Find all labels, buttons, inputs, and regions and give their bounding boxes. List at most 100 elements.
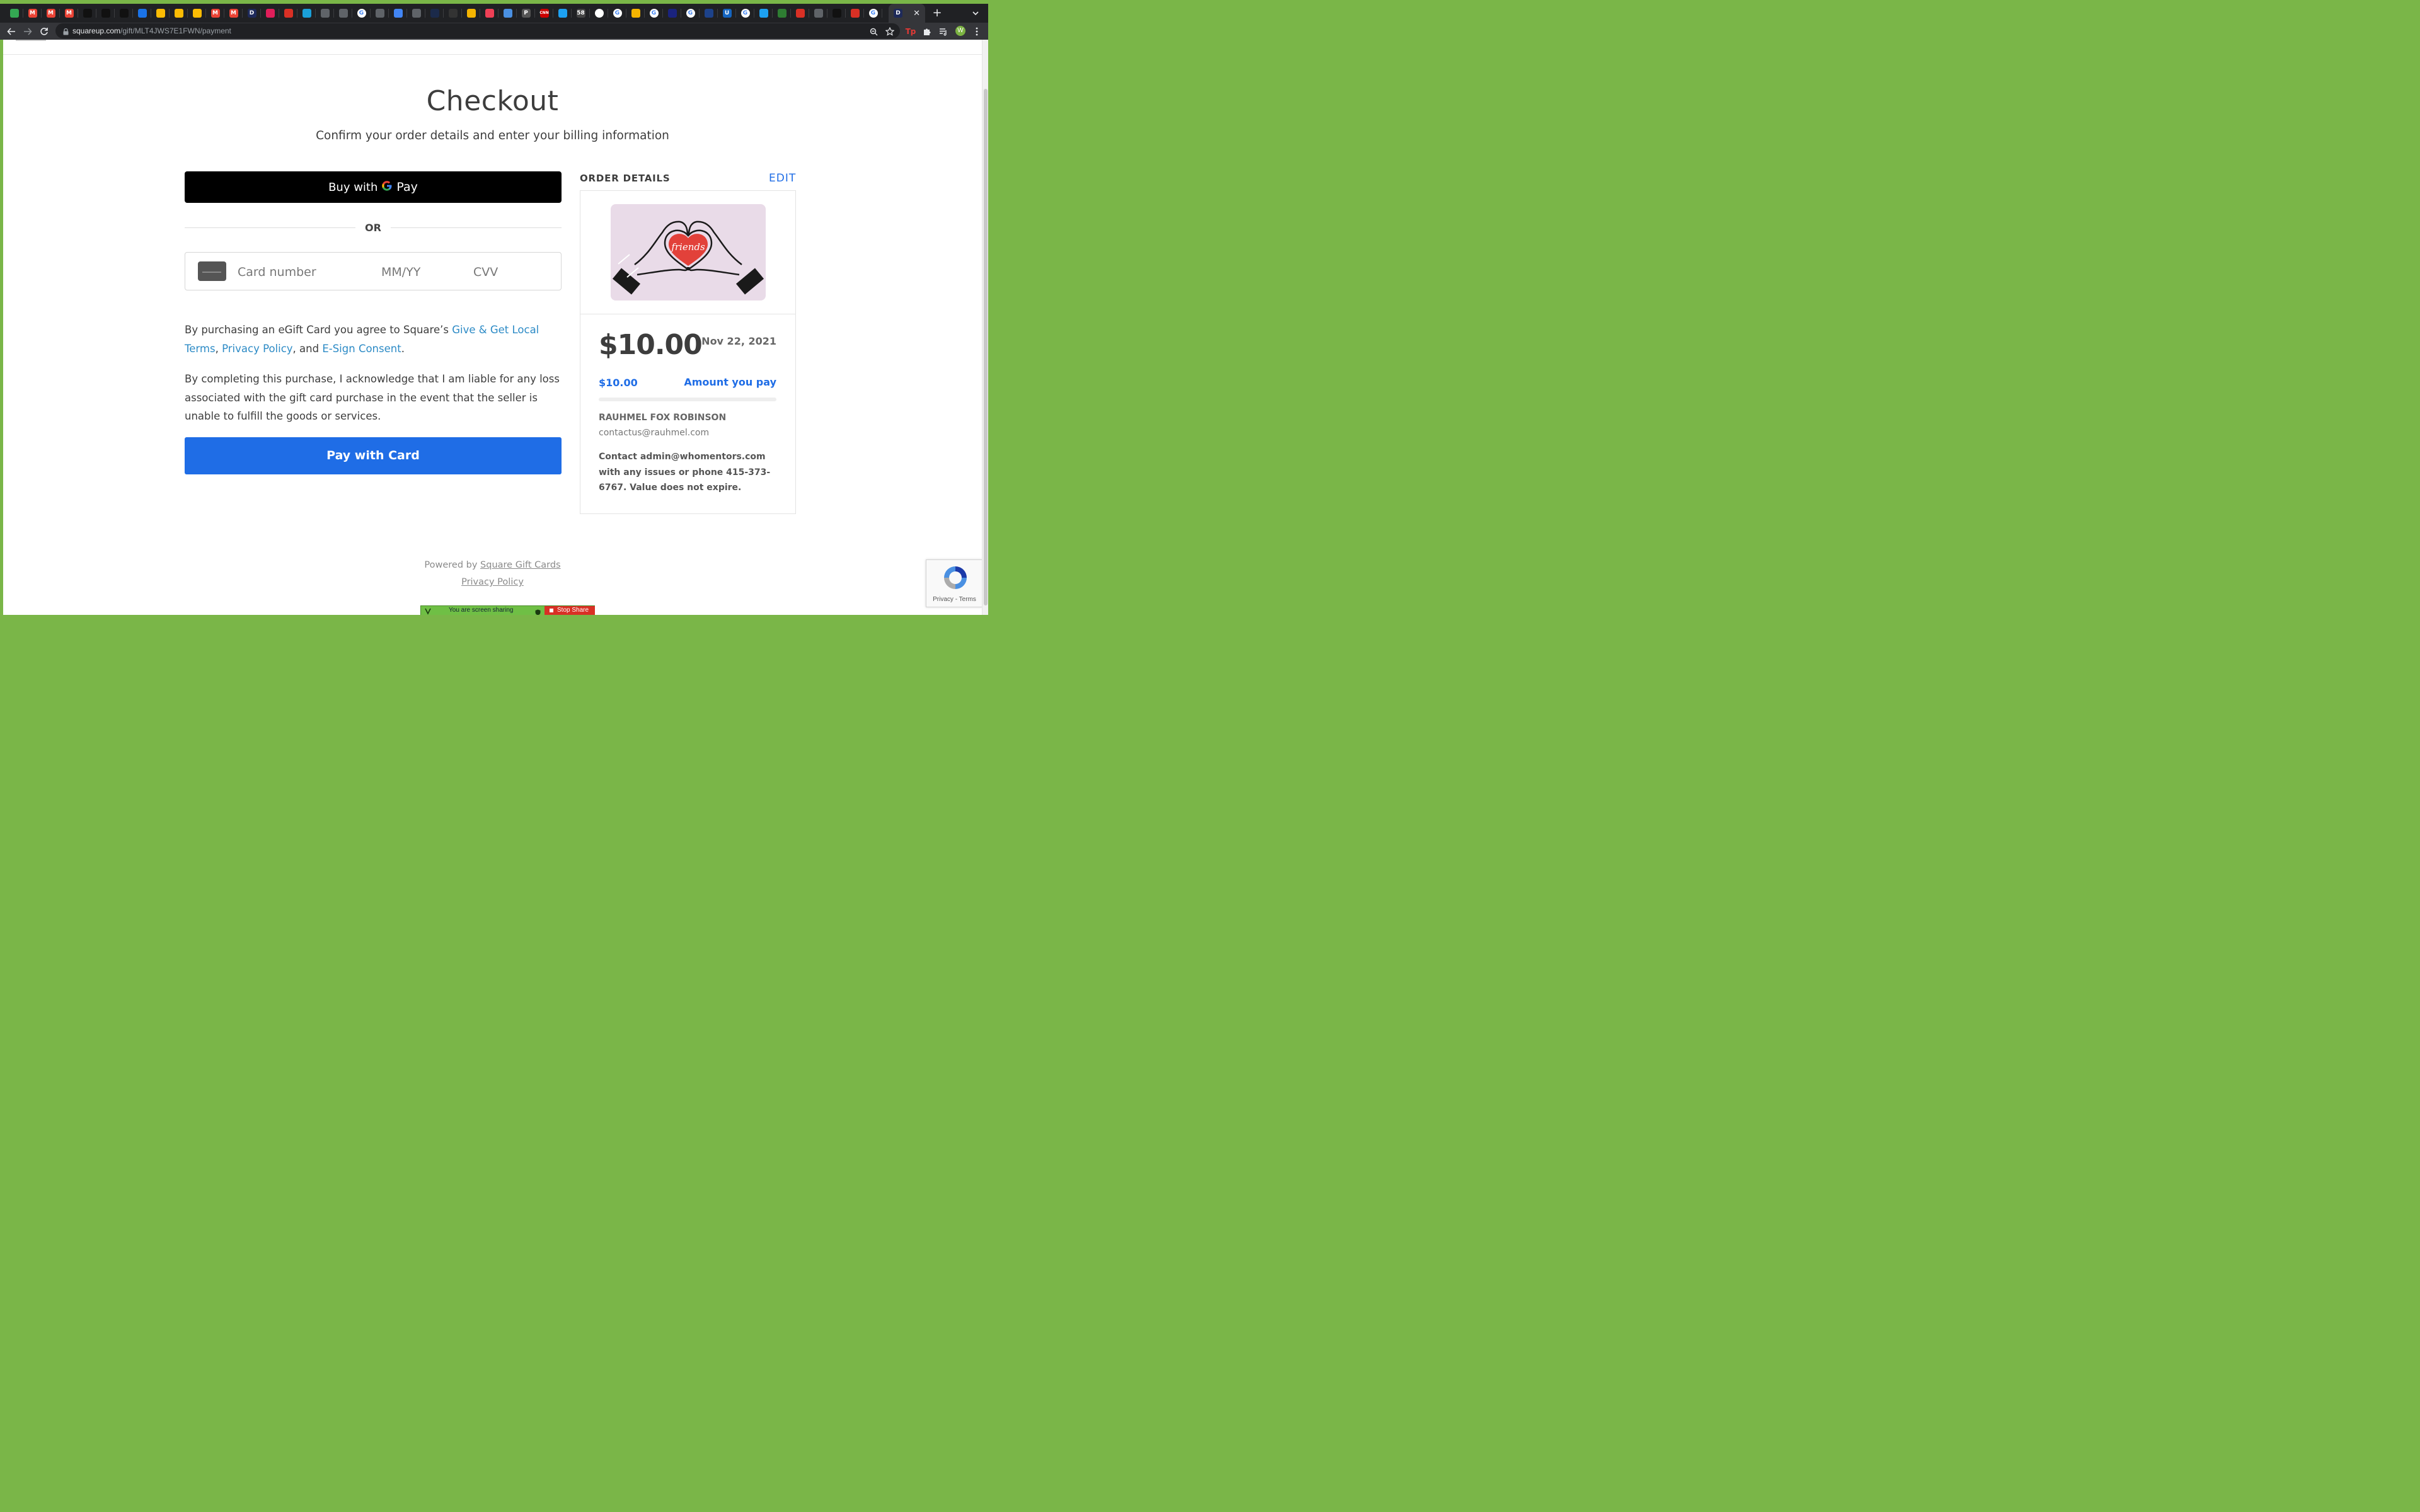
browser-tab[interactable]: G: [736, 4, 754, 23]
bookmark-star-icon[interactable]: [884, 25, 896, 38]
slack-icon: [265, 9, 275, 18]
browser-tab[interactable]: [590, 4, 608, 23]
browser-tab[interactable]: [96, 4, 115, 23]
browser-tab[interactable]: [78, 4, 96, 23]
browser-tab[interactable]: M: [60, 4, 78, 23]
browser-tab[interactable]: CNN: [535, 4, 553, 23]
pay-with-card-button[interactable]: Pay with Card: [185, 437, 562, 474]
browser-tab[interactable]: 58: [572, 4, 590, 23]
edit-order-link[interactable]: EDIT: [769, 172, 796, 185]
browser-tab[interactable]: [316, 4, 334, 23]
browser-tab[interactable]: U: [718, 4, 736, 23]
browser-tab[interactable]: G: [608, 4, 626, 23]
browser-tab[interactable]: G: [681, 4, 700, 23]
menu-kebab-icon[interactable]: [971, 25, 983, 38]
cvv-input[interactable]: CVV: [473, 265, 498, 279]
browser-tab[interactable]: [188, 4, 206, 23]
tab-search-icon[interactable]: [971, 8, 981, 18]
stop-share-button[interactable]: Stop Share: [544, 606, 595, 615]
browser-tab[interactable]: [297, 4, 316, 23]
box-icon: [594, 9, 604, 18]
browser-tab[interactable]: [151, 4, 170, 23]
gpay-pay-label: Pay: [396, 180, 418, 194]
footer-privacy-policy-link[interactable]: Privacy Policy: [461, 577, 524, 587]
expiry-input[interactable]: MM/YY: [381, 265, 420, 279]
scrollbar-thumb[interactable]: [984, 89, 988, 605]
square-icon: [119, 9, 129, 18]
browser-tab[interactable]: [407, 4, 425, 23]
browser-tab[interactable]: G: [645, 4, 663, 23]
browser-tab[interactable]: [700, 4, 718, 23]
browser-tab[interactable]: M: [42, 4, 60, 23]
google-icon: G: [868, 9, 878, 18]
yellow-icon: [466, 9, 476, 18]
browser-tab[interactable]: G: [864, 4, 882, 23]
google-pay-button[interactable]: Buy with Pay: [185, 171, 562, 203]
browser-tab[interactable]: [170, 4, 188, 23]
pay-amount: $10.00: [599, 377, 638, 389]
page-title: Checkout: [426, 85, 559, 117]
browser-tab[interactable]: [480, 4, 498, 23]
browser-tab[interactable]: [371, 4, 389, 23]
active-tab[interactable]: D ✕: [889, 4, 925, 23]
square-gift-cards-link[interactable]: Square Gift Cards: [480, 560, 561, 570]
recaptcha-links[interactable]: Privacy - Terms: [926, 596, 982, 603]
extension-tp-icon[interactable]: Tp: [904, 25, 917, 38]
browser-tab[interactable]: [626, 4, 645, 23]
close-icon[interactable]: ✕: [913, 9, 920, 18]
forward-icon[interactable]: [21, 25, 34, 38]
browser-tab[interactable]: [115, 4, 133, 23]
browser-tab[interactable]: [809, 4, 827, 23]
page-scrollbar[interactable]: [982, 40, 988, 615]
terms-suffix: .: [401, 342, 405, 355]
browser-tab[interactable]: [389, 4, 407, 23]
browser-tab[interactable]: [133, 4, 151, 23]
browser-tab[interactable]: G: [352, 4, 371, 23]
slash-icon: [667, 9, 677, 18]
apps-icon: [503, 9, 512, 18]
browser-tab[interactable]: [663, 4, 681, 23]
recaptcha-badge[interactable]: Privacy - Terms: [926, 559, 982, 607]
browser-tab[interactable]: [827, 4, 846, 23]
profile-avatar[interactable]: W: [955, 26, 965, 36]
reload-icon[interactable]: [38, 25, 50, 38]
share-handle-icon[interactable]: [425, 607, 431, 615]
browser-toolbar: squareup.com/gift/MLT4JWS7E1FWN/payment …: [0, 23, 988, 40]
browser-tab[interactable]: [261, 4, 279, 23]
browser-tab[interactable]: [791, 4, 809, 23]
phone-icon: [9, 9, 19, 18]
browser-tab[interactable]: [553, 4, 572, 23]
card-number-input[interactable]: Card number: [238, 265, 316, 279]
browser-tab[interactable]: [5, 4, 23, 23]
browser-tab[interactable]: [462, 4, 480, 23]
browser-tab[interactable]: D: [243, 4, 261, 23]
cnn-icon: CNN: [539, 9, 549, 18]
e-sign-consent-link[interactable]: E-Sign Consent: [322, 343, 401, 355]
extensions-puzzle-icon[interactable]: [921, 25, 933, 38]
browser-tab[interactable]: P: [517, 4, 535, 23]
browser-tab[interactable]: [334, 4, 352, 23]
page-viewport: Checkout Confirm your order details and …: [3, 40, 982, 615]
media-control-icon[interactable]: [937, 25, 950, 38]
address-bar[interactable]: squareup.com/gift/MLT4JWS7E1FWN/payment: [55, 23, 900, 38]
credit-card-icon: [198, 261, 226, 281]
gmail-icon: M: [46, 9, 55, 18]
recaptcha-logo-icon: [942, 564, 969, 595]
browser-tab[interactable]: [444, 4, 462, 23]
browser-tab[interactable]: M: [206, 4, 224, 23]
browser-tab[interactable]: [846, 4, 864, 23]
browser-tab[interactable]: [279, 4, 297, 23]
browser-tab[interactable]: [773, 4, 791, 23]
browser-tab[interactable]: [498, 4, 517, 23]
privacy-policy-link[interactable]: Privacy Policy: [222, 343, 292, 355]
browser-tab[interactable]: [425, 4, 444, 23]
url-text[interactable]: squareup.com/gift/MLT4JWS7E1FWN/payment: [72, 26, 231, 35]
back-icon[interactable]: [5, 25, 18, 38]
browser-tab[interactable]: M: [23, 4, 42, 23]
new-tab-button[interactable]: +: [931, 7, 943, 20]
browser-tab[interactable]: M: [224, 4, 243, 23]
terms-text: By purchasing an eGift Card you agree to…: [185, 321, 569, 358]
card-input-field[interactable]: Card number MM/YY CVV: [185, 252, 562, 290]
browser-tab[interactable]: [754, 4, 773, 23]
zoom-icon[interactable]: [867, 25, 880, 38]
